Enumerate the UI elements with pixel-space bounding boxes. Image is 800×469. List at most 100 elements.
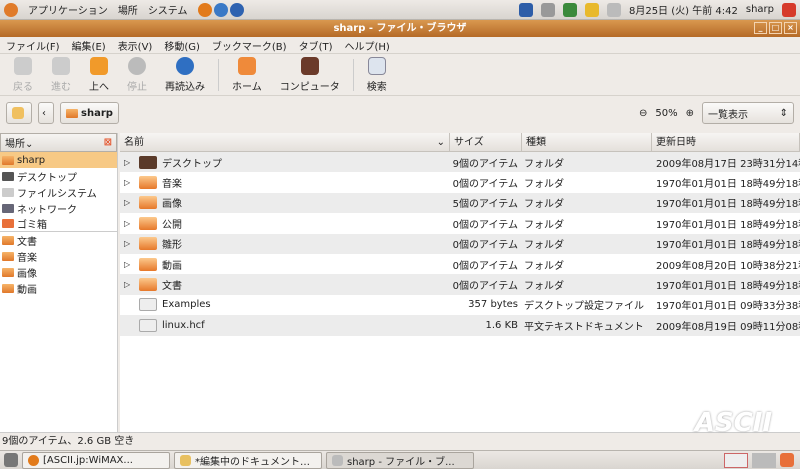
expander-icon[interactable]: ▷: [124, 219, 134, 228]
crown-icon[interactable]: [584, 2, 599, 17]
expander-icon[interactable]: ▷: [124, 198, 134, 207]
file-row[interactable]: ▷ 画像 5個のアイテム フォルダ 1970年01月01日 18時49分18秒: [120, 192, 800, 214]
zoom-out-icon[interactable]: ⊖: [639, 108, 647, 119]
volume-icon[interactable]: [606, 2, 621, 17]
menu-applications[interactable]: アプリケーション: [28, 2, 108, 17]
view-select[interactable]: 一覧表示 ⇕: [702, 102, 794, 124]
back-button[interactable]: 戻る: [4, 57, 42, 93]
expander-icon[interactable]: ▷: [124, 239, 134, 248]
clock[interactable]: 8月25日 (火) 午前 4:42: [629, 2, 738, 17]
column-modified[interactable]: 更新日時: [652, 133, 800, 151]
update-icon[interactable]: [562, 2, 577, 17]
sidebar-bookmark-music[interactable]: 音楽: [0, 248, 117, 264]
file-type: フォルダ: [524, 219, 564, 231]
clipboard-icon[interactable]: [540, 2, 555, 17]
file-name: linux.hcf: [162, 319, 205, 331]
reload-button[interactable]: 再読込み: [156, 57, 214, 93]
expander-icon[interactable]: ▷: [124, 158, 134, 167]
file-row[interactable]: Examples 357 bytes デスクトップ設定ファイル 1970年01月01日…: [120, 295, 800, 315]
sidebar-bookmark-documents[interactable]: 文書: [0, 232, 117, 248]
menu-file[interactable]: ファイル(F): [6, 38, 60, 53]
menu-edit[interactable]: 編集(E): [72, 38, 106, 53]
up-button[interactable]: 上へ: [80, 57, 118, 93]
column-name[interactable]: 名前 ⌄: [120, 133, 450, 151]
workspace-switcher[interactable]: [724, 452, 748, 468]
expander-icon[interactable]: ▷: [124, 280, 134, 289]
file-row[interactable]: linux.hcf 1.6 KB 平文テキストドキュメント 2009年08月19日 0…: [120, 315, 800, 336]
computer-button[interactable]: コンピュータ: [271, 57, 349, 93]
file-modified: 1970年01月01日 18時49分18秒: [656, 240, 800, 252]
ubuntu-logo-icon[interactable]: [4, 2, 18, 17]
thunderbird-icon[interactable]: [213, 2, 228, 17]
menu-go[interactable]: 移動(G): [164, 38, 200, 53]
task-editor[interactable]: *編集中のドキュメント…: [174, 451, 322, 469]
menu-help[interactable]: ヘルプ(H): [345, 38, 390, 53]
network-signal-icon[interactable]: [518, 2, 533, 17]
drive-icon: [2, 187, 14, 197]
file-row[interactable]: ▷ デスクトップ 9個のアイテム フォルダ 2009年08月17日 23時31分14秒: [120, 152, 800, 173]
edit-icon: [12, 107, 24, 119]
column-type[interactable]: 種類: [522, 133, 652, 151]
file-row[interactable]: ▷ 音楽 0個のアイテム フォルダ 1970年01月01日 18時49分18秒: [120, 172, 800, 192]
file-row[interactable]: ▷ 雛形 0個のアイテム フォルダ 1970年01月01日 18時49分18秒: [120, 233, 800, 254]
zoom-in-icon[interactable]: ⊕: [686, 108, 694, 119]
home-folder-icon: [2, 155, 14, 165]
task-firefox[interactable]: [ASCII.jp:WiMAX...: [22, 451, 170, 469]
menu-system[interactable]: システム: [148, 2, 188, 17]
file-size: 9個のアイテム: [452, 158, 518, 170]
file-type: フォルダ: [524, 240, 564, 252]
close-button[interactable]: ×: [784, 22, 797, 34]
home-button[interactable]: ホーム: [223, 57, 271, 93]
sidebar-item-trash[interactable]: ゴミ箱: [0, 216, 117, 232]
file-icon: [139, 298, 157, 312]
file-row[interactable]: ▷ 文書 0個のアイテム フォルダ 1970年01月01日 18時49分18秒: [120, 274, 800, 295]
sidebar-item-sharp[interactable]: sharp: [0, 152, 117, 168]
task-file-browser[interactable]: sharp - ファイル・ブ...: [326, 451, 474, 469]
column-size[interactable]: サイズ: [450, 133, 522, 151]
file-row[interactable]: ▷ 公開 0個のアイテム フォルダ 1970年01月01日 18時49分18秒: [120, 213, 800, 233]
minimize-button[interactable]: _: [754, 22, 767, 34]
sidebar-item-desktop[interactable]: デスクトップ: [0, 168, 117, 184]
sidebar-bookmark-videos[interactable]: 動画: [0, 280, 117, 296]
trash-icon[interactable]: [780, 453, 794, 467]
desktop-icon: [2, 171, 14, 181]
toggle-location-button[interactable]: [6, 102, 32, 124]
sidebar-type-select[interactable]: 場所⌄: [5, 135, 33, 150]
file-name: 文書: [162, 281, 182, 293]
menu-view[interactable]: 表示(V): [118, 38, 153, 53]
sidebar-item-network[interactable]: ネットワーク: [0, 200, 117, 216]
toolbar: 戻る 進む 上へ 停止 再読込み ホーム コンピュータ 検索: [0, 55, 800, 96]
expander-icon[interactable]: ▷: [124, 178, 134, 187]
toolbar-separator: [352, 59, 354, 91]
user-name[interactable]: sharp: [746, 4, 774, 15]
menu-bookmarks[interactable]: ブックマーク(B): [212, 38, 287, 53]
expander-icon[interactable]: ▷: [124, 260, 134, 269]
file-name: 動画: [162, 260, 182, 272]
show-desktop-icon[interactable]: [4, 453, 18, 467]
path-back-button[interactable]: ‹: [38, 102, 54, 124]
forward-button[interactable]: 進む: [42, 57, 80, 93]
maximize-button[interactable]: □: [769, 22, 782, 34]
stop-button[interactable]: 停止: [118, 57, 156, 93]
file-row[interactable]: ▷ 動画 0個のアイテム フォルダ 2009年08月20日 10時38分21秒: [120, 254, 800, 274]
chevron-down-icon: ⇕: [779, 107, 788, 119]
sidebar-bookmark-pictures[interactable]: 画像: [0, 264, 117, 280]
stop-icon: [128, 57, 146, 75]
menu-tabs[interactable]: タブ(T): [299, 38, 333, 53]
sidebar-item-filesystem[interactable]: ファイルシステム: [0, 184, 117, 200]
file-modified: 1970年01月01日 18時49分18秒: [656, 219, 800, 231]
toolbar-separator: [218, 59, 219, 91]
home-folder-icon: [237, 57, 256, 75]
firefox-icon[interactable]: [197, 2, 212, 17]
menu-places[interactable]: 場所: [118, 2, 138, 17]
help-icon[interactable]: [229, 2, 244, 17]
window-titlebar[interactable]: sharp - ファイル・ブラウザ _ □ ×: [0, 20, 800, 37]
close-sidebar-icon[interactable]: ⊠: [104, 137, 112, 148]
power-icon[interactable]: [782, 2, 796, 17]
file-icon: [139, 318, 157, 332]
folder-icon: [139, 155, 157, 169]
file-name: デスクトップ: [162, 158, 222, 170]
path-button-sharp[interactable]: sharp: [60, 102, 119, 124]
search-button[interactable]: 検索: [358, 57, 396, 93]
workspace-switcher-2[interactable]: [752, 452, 776, 468]
